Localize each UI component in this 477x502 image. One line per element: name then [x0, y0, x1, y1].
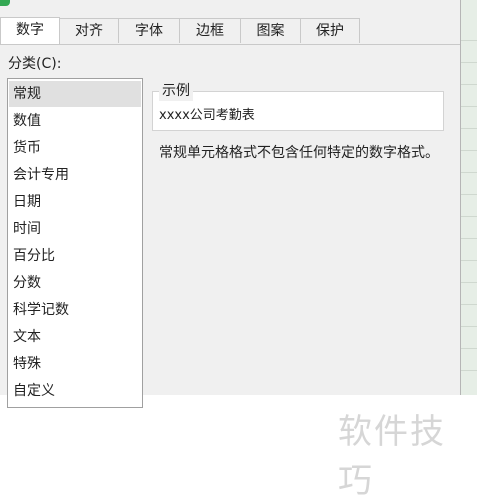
category-list[interactable]: 常规 数值 货币 会计专用 日期 时间 百分比 分数 科学记数 文本 特殊 自定… — [7, 78, 143, 408]
grid-line — [461, 106, 477, 107]
grid-line — [461, 326, 477, 327]
tab-pattern[interactable]: 图案 — [240, 18, 301, 43]
grid-line — [461, 40, 477, 41]
category-item-currency[interactable]: 货币 — [9, 135, 141, 161]
grid-line — [461, 216, 477, 217]
app-corner-accent — [0, 0, 10, 6]
grid-line — [461, 128, 477, 129]
category-item-text[interactable]: 文本 — [9, 324, 141, 350]
grid-line — [461, 282, 477, 283]
grid-line — [461, 238, 477, 239]
category-item-date[interactable]: 日期 — [9, 189, 141, 215]
sample-title: 示例 — [159, 81, 193, 101]
grid-line — [461, 150, 477, 151]
format-cells-dialog: 数字 对齐 字体 边框 图案 保护 分类(C): 常规 数值 货币 会计专用 日… — [0, 0, 460, 408]
category-item-fraction[interactable]: 分数 — [9, 270, 141, 296]
category-item-special[interactable]: 特殊 — [9, 351, 141, 377]
spreadsheet-grid-edge — [460, 0, 477, 395]
grid-line — [461, 172, 477, 173]
tab-bar: 数字 对齐 字体 边框 图案 保护 — [0, 17, 460, 45]
category-label: 分类(C): — [8, 56, 62, 72]
grid-line — [461, 348, 477, 349]
sample-group: 示例 xxxx公司考勤表 — [152, 81, 444, 131]
grid-line — [461, 84, 477, 85]
category-item-percentage[interactable]: 百分比 — [9, 243, 141, 269]
watermark-text: 软件技巧 — [338, 412, 446, 501]
format-description: 常规单元格格式不包含任何特定的数字格式。 — [159, 145, 439, 161]
category-item-time[interactable]: 时间 — [9, 216, 141, 242]
category-item-accounting[interactable]: 会计专用 — [9, 162, 141, 188]
tab-number[interactable]: 数字 — [0, 17, 60, 44]
grid-line — [461, 194, 477, 195]
tab-alignment[interactable]: 对齐 — [59, 18, 119, 43]
category-item-custom[interactable]: 自定义 — [9, 378, 141, 404]
number-tab-panel: 分类(C): 常规 数值 货币 会计专用 日期 时间 百分比 分数 科学记数 文… — [0, 45, 460, 408]
grid-line — [461, 304, 477, 305]
tab-protection[interactable]: 保护 — [300, 18, 360, 43]
category-item-general[interactable]: 常规 — [9, 81, 141, 107]
category-item-scientific[interactable]: 科学记数 — [9, 297, 141, 323]
grid-line — [461, 370, 477, 371]
tab-border[interactable]: 边框 — [179, 18, 241, 43]
grid-line — [461, 62, 477, 63]
category-item-number[interactable]: 数值 — [9, 108, 141, 134]
tab-font[interactable]: 字体 — [118, 18, 180, 43]
grid-line — [461, 260, 477, 261]
sample-value: xxxx公司考勤表 — [159, 108, 255, 123]
